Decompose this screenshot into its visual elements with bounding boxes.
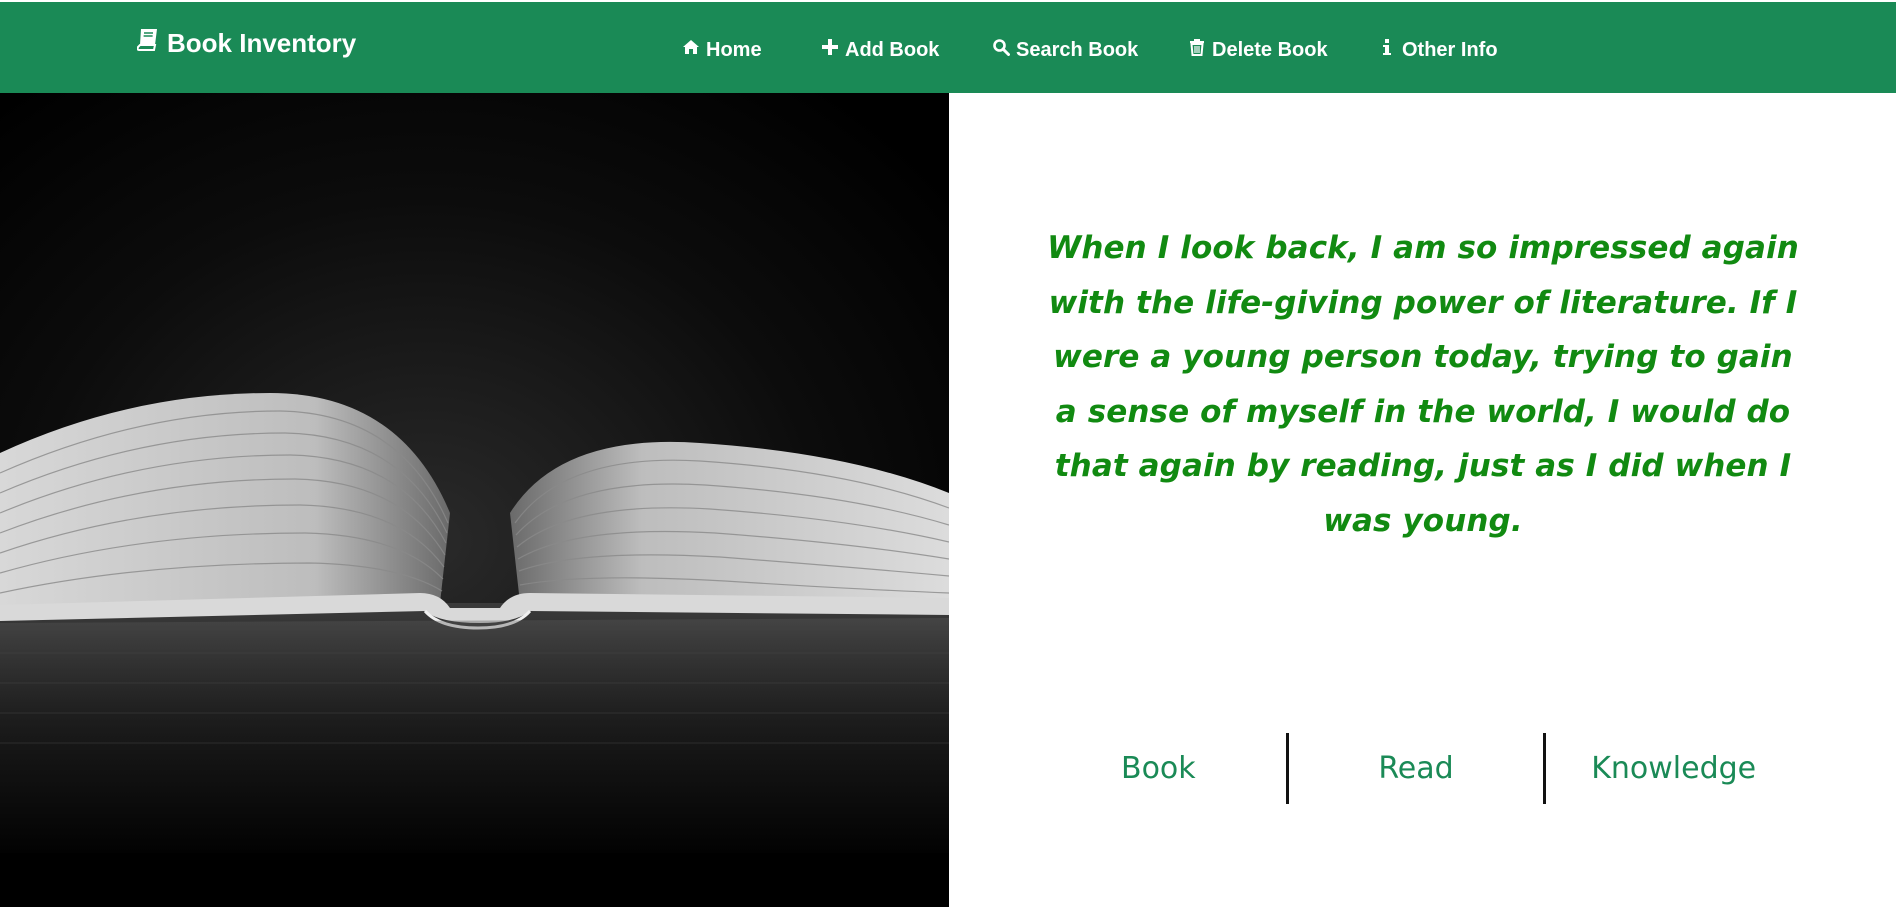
trash-icon <box>1188 38 1206 62</box>
home-icon <box>682 38 700 62</box>
book-icon <box>136 28 159 59</box>
tag-book: Book <box>1121 751 1196 786</box>
nav-search-book-label: Search Book <box>1016 38 1139 61</box>
literature-quote: When I look back, I am so impressed agai… <box>1047 230 1799 539</box>
tag-knowledge: Knowledge <box>1591 751 1757 786</box>
info-icon <box>1378 38 1396 62</box>
nav-other-info[interactable]: Other Info <box>1378 38 1498 62</box>
tag-read: Read <box>1378 751 1454 786</box>
nav-delete-book-label: Delete Book <box>1212 38 1328 61</box>
nav-home-label: Home <box>706 38 762 61</box>
nav-home[interactable]: Home <box>682 38 762 62</box>
quote-panel: When I look back, I am so impressed agai… <box>949 93 1896 907</box>
nav-add-book[interactable]: Add Book <box>821 38 939 62</box>
navbar: Book Inventory Home Add Book Search Book… <box>0 2 1896 93</box>
nav-delete-book[interactable]: Delete Book <box>1188 38 1328 62</box>
tag-row: Book Read Knowledge <box>1031 733 1801 804</box>
nav-search-book[interactable]: Search Book <box>992 38 1138 62</box>
plus-icon <box>821 38 839 62</box>
search-icon <box>992 38 1010 62</box>
brand-link[interactable]: Book Inventory <box>136 28 357 59</box>
nav-other-info-label: Other Info <box>1402 38 1498 61</box>
nav-add-book-label: Add Book <box>845 38 940 61</box>
brand-label: Book Inventory <box>167 28 357 58</box>
open-book-photo <box>0 93 949 907</box>
